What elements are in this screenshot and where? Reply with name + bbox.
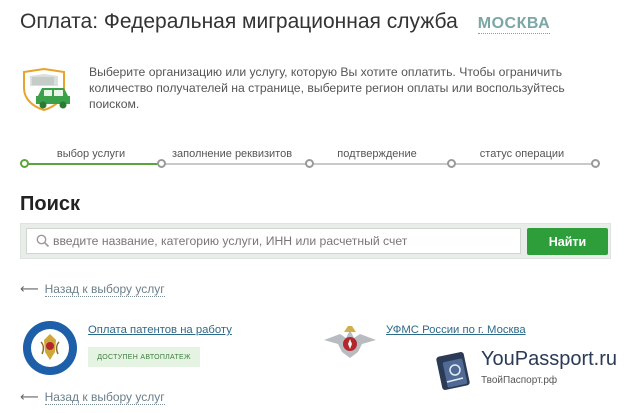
watermark: YouPassport.ru ТвойПаспорт.рф	[433, 344, 623, 396]
service-link-ufms[interactable]: УФМС России по г. Москва	[386, 324, 526, 336]
search-input[interactable]	[53, 234, 513, 248]
search-icon	[33, 231, 53, 251]
passport-logo-icon	[436, 352, 470, 390]
info-text: Выберите организацию или услугу, которую…	[89, 65, 565, 111]
back-link-label: Назад к выбору услуг	[44, 281, 165, 297]
autopay-badge: доступен автоплатеж	[88, 347, 200, 367]
watermark-title: YouPassport.ru	[481, 348, 618, 370]
header: Оплата: Федеральная миграционная служба …	[20, 10, 551, 40]
step-dot	[447, 159, 456, 168]
region-selector-link[interactable]: МОСКВА	[477, 15, 551, 34]
car-shield-icon	[20, 67, 74, 112]
step-dot	[591, 159, 600, 168]
info-block: Выберите организацию или услугу, которую…	[20, 64, 620, 124]
search-button[interactable]: Найти	[527, 228, 608, 255]
step-label-select: выбор услуги	[56, 148, 126, 160]
back-to-services-link-bottom[interactable]: ⟵ Назад к выбору услуг	[20, 389, 165, 405]
left-arrow-icon: ⟵	[20, 281, 39, 296]
search-box: Найти	[20, 223, 611, 259]
tax-service-emblem-icon	[22, 320, 78, 376]
step-dot	[20, 159, 29, 168]
steps-track-progress	[23, 163, 161, 165]
progress-steps: выбор услуги заполнение реквизитов подтв…	[20, 148, 600, 174]
eagle-emblem-icon	[322, 322, 378, 362]
page-title: Оплата: Федеральная миграционная служба	[20, 10, 458, 33]
step-label-fill: заполнение реквизитов	[171, 148, 293, 160]
search-heading: Поиск	[20, 193, 81, 215]
search-field	[26, 228, 521, 254]
left-arrow-icon: ⟵	[20, 389, 39, 404]
back-link-label: Назад к выбору услуг	[44, 389, 165, 405]
service-link-patent[interactable]: Оплата патентов на работу	[88, 324, 232, 336]
step-dot	[305, 159, 314, 168]
back-to-services-link[interactable]: ⟵ Назад к выбору услуг	[20, 281, 165, 297]
watermark-subtitle: ТвойПаспорт.рф	[481, 375, 558, 386]
step-label-confirm: подтверждение	[337, 148, 417, 160]
step-label-status: статус операции	[479, 148, 565, 160]
step-dot	[157, 159, 166, 168]
